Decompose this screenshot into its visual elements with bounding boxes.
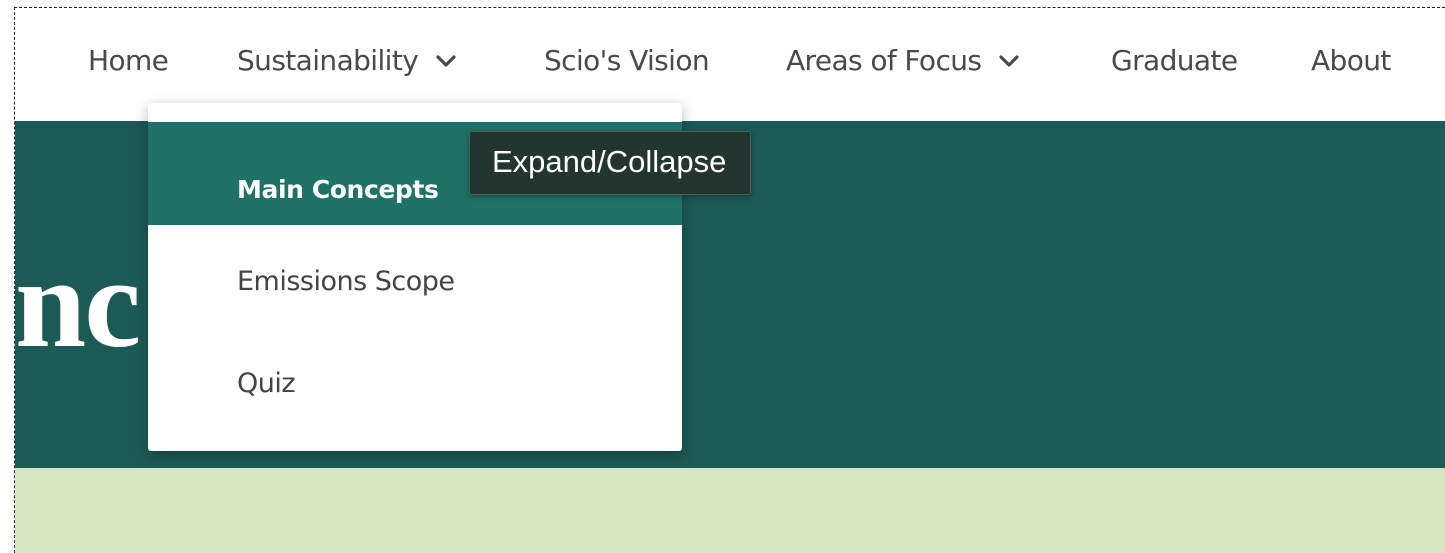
dropdown-item-label: Main Concepts bbox=[237, 175, 439, 204]
nav-item-label: Areas of Focus bbox=[786, 44, 982, 77]
nav-item-label: Sustainability bbox=[237, 44, 419, 77]
nav-item-areas-of-focus[interactable]: Areas of Focus bbox=[786, 46, 1020, 76]
nav-item-label: Graduate bbox=[1111, 44, 1238, 77]
dropdown-item-label: Emissions Scope bbox=[237, 266, 455, 297]
dropdown-item-label: Quiz bbox=[237, 368, 296, 399]
nav-item-label: About bbox=[1311, 44, 1391, 77]
page-frame: Home Sustainability Scio's Vision Areas … bbox=[0, 0, 1445, 553]
nav-item-about[interactable]: About bbox=[1311, 46, 1391, 76]
nav-item-label: Home bbox=[88, 44, 169, 77]
chevron-down-icon[interactable] bbox=[998, 54, 1020, 68]
expand-collapse-tooltip: Expand/Collapse bbox=[469, 131, 752, 195]
chevron-down-icon[interactable] bbox=[435, 54, 457, 68]
dropdown-item-emissions-scope[interactable]: Emissions Scope bbox=[148, 263, 682, 313]
nav-item-home[interactable]: Home bbox=[88, 44, 169, 77]
nav-item-graduate[interactable]: Graduate bbox=[1111, 44, 1238, 77]
nav-item-sustainability[interactable]: Sustainability bbox=[237, 46, 457, 76]
dropdown-item-quiz[interactable]: Quiz bbox=[148, 365, 682, 415]
hero-title: nc bbox=[15, 233, 141, 373]
nav-item-scios-vision[interactable]: Scio's Vision bbox=[544, 44, 710, 77]
content-band bbox=[15, 468, 1445, 553]
nav-item-label: Scio's Vision bbox=[544, 44, 710, 77]
